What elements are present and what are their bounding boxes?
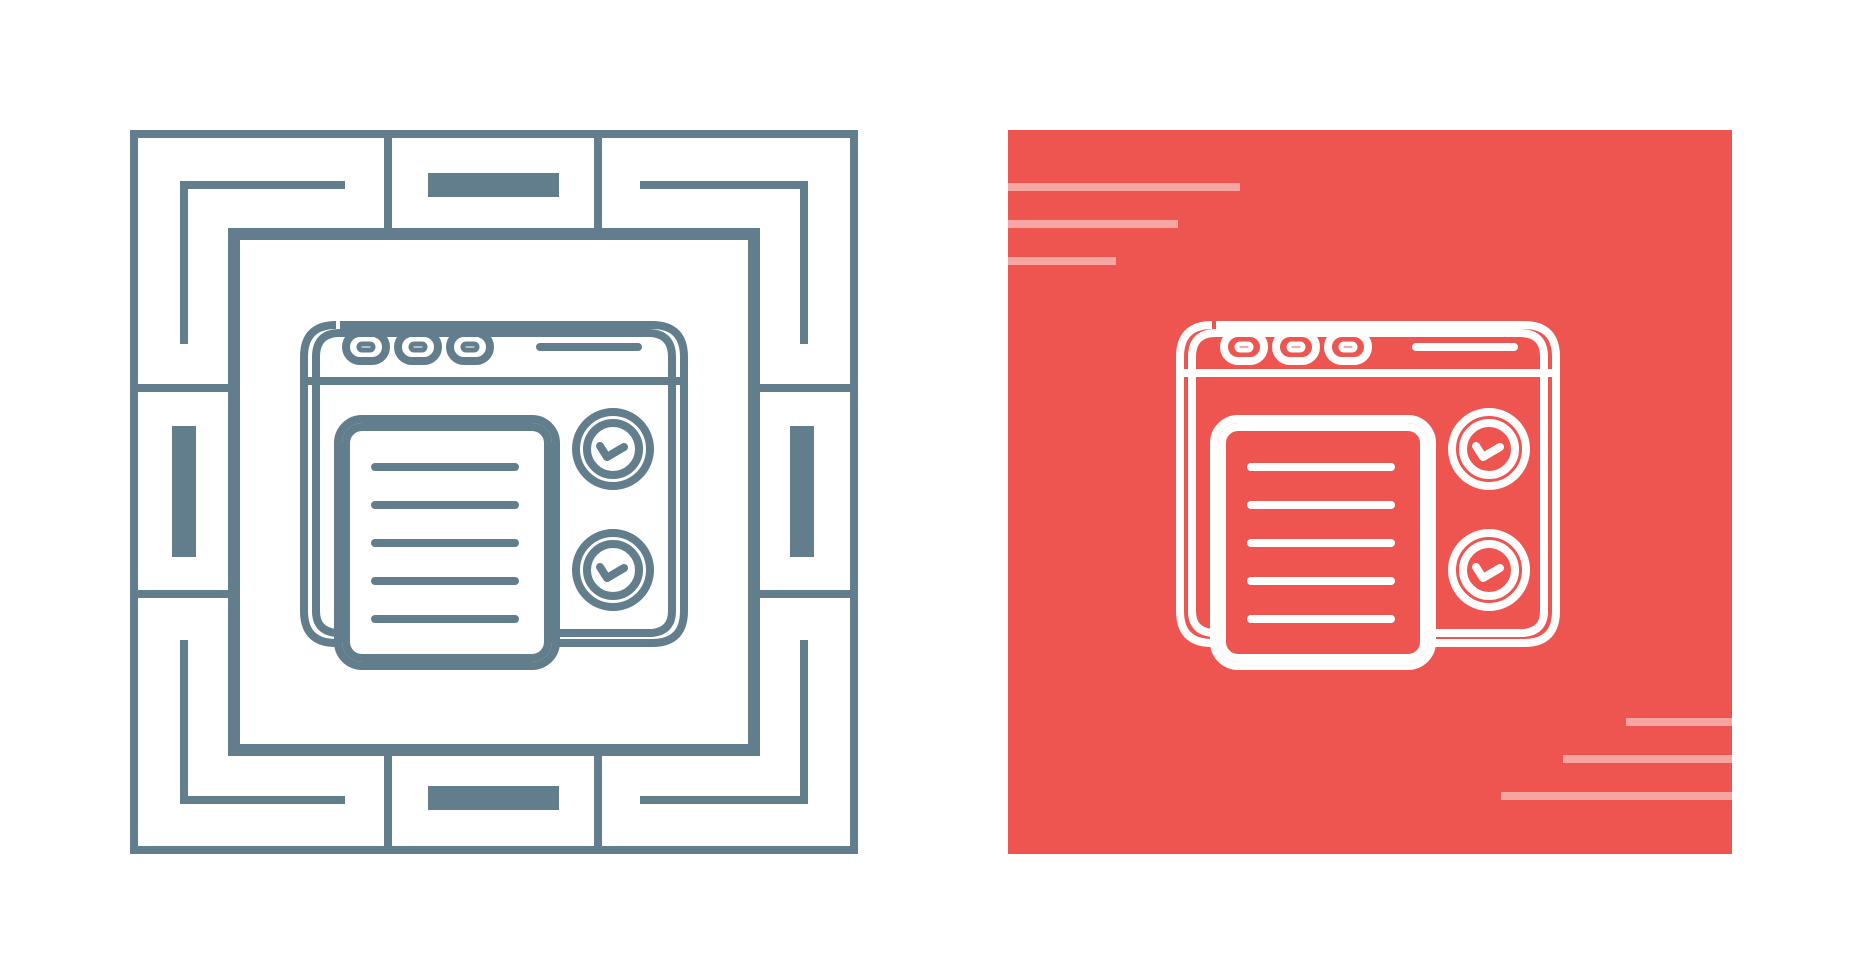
red-background xyxy=(1008,130,1732,854)
icon-canvas xyxy=(130,130,1732,854)
browser-checklist-icon-filled xyxy=(1008,130,1732,854)
icon-sheet xyxy=(0,0,1854,980)
browser-checklist-icon-outline xyxy=(130,130,858,854)
solid-bars xyxy=(172,173,814,810)
document-page xyxy=(334,415,560,670)
check-circles xyxy=(572,408,654,611)
frame-tiles xyxy=(130,130,858,854)
corner-brackets xyxy=(180,181,808,804)
